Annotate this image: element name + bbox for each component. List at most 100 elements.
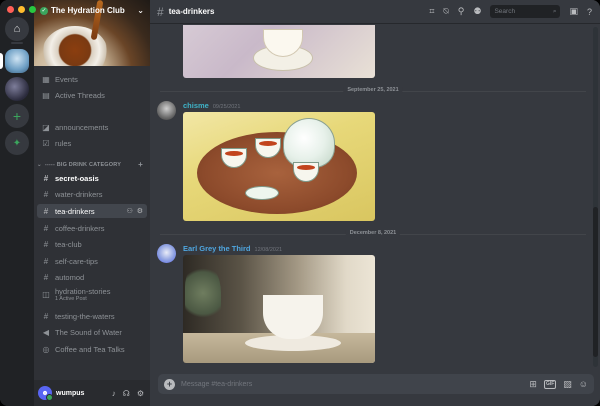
hash-icon: # xyxy=(43,223,49,233)
user-controls: ♪ ☊ ⚙ xyxy=(112,389,144,398)
image-teacup xyxy=(263,295,323,339)
threads-icon[interactable]: ⌗ xyxy=(429,6,434,17)
banner-teacup xyxy=(42,26,108,66)
message-composer[interactable]: + Message #tea-drinkers ⊞ GIF ▧ ☺ xyxy=(158,374,594,394)
channel-label: automod xyxy=(55,272,85,282)
message-author[interactable]: Earl Grey the Third xyxy=(183,244,251,253)
message-author[interactable]: chisme xyxy=(183,101,209,110)
channel-tools: ⚇ ⚙ xyxy=(126,207,143,215)
forum-label-block: hydration-stories 1 Active Post xyxy=(55,287,110,302)
inbox-icon[interactable]: ▣ xyxy=(569,6,578,17)
channel-label: Coffee and Tea Talks xyxy=(55,344,125,354)
channel-water-drinkers[interactable]: # water-drinkers xyxy=(37,187,147,201)
channel-announcements[interactable]: ◪ announcements xyxy=(37,120,147,134)
sidebar-item-label: Active Threads xyxy=(55,90,105,100)
sidebar-item-active-threads[interactable]: ▤ Active Threads xyxy=(37,88,147,102)
hash-icon: # xyxy=(43,206,49,216)
chevron-down-icon: ⌄ xyxy=(37,161,42,168)
members-icon[interactable]: ⚉ xyxy=(473,6,481,17)
discord-home-icon[interactable]: ⌂ xyxy=(5,17,29,41)
attachment-image[interactable] xyxy=(183,25,375,78)
date-divider: December 8, 2021 xyxy=(160,230,586,236)
date-divider: September 25, 2021 xyxy=(160,87,586,93)
avatar[interactable] xyxy=(157,244,176,263)
microphone-icon[interactable]: ♪ xyxy=(112,389,116,398)
date-divider-label: September 25, 2021 xyxy=(343,87,403,93)
add-server-icon[interactable]: + xyxy=(5,104,29,128)
sticker-icon[interactable]: ▧ xyxy=(563,379,572,390)
channel-self-care-tips[interactable]: # self-care-tips xyxy=(37,254,147,268)
gear-icon[interactable]: ⚙ xyxy=(137,207,143,215)
message-timestamp: 09/25/2021 xyxy=(212,104,241,110)
channel-rules[interactable]: ☑ rules xyxy=(37,136,147,150)
speaker-icon: ◀ xyxy=(42,327,50,337)
search-placeholder: Search xyxy=(494,8,516,15)
gear-icon[interactable]: ⚙ xyxy=(137,389,144,398)
server-icon-hydration[interactable] xyxy=(5,49,29,73)
channel-secret-oasis[interactable]: # secret-oasis xyxy=(37,171,147,185)
scrollbar-thumb[interactable] xyxy=(593,207,598,357)
date-divider-label: December 8, 2021 xyxy=(345,230,401,236)
avatar[interactable] xyxy=(157,101,176,120)
channel-title: tea-drinkers xyxy=(168,7,215,16)
minimize-window-button[interactable] xyxy=(18,6,25,13)
sidebar-item-events[interactable]: ▦ Events xyxy=(37,72,147,86)
megaphone-icon: ◪ xyxy=(42,122,50,132)
explore-compass-icon[interactable]: ✦ xyxy=(5,131,29,155)
search-icon: ⌕ xyxy=(552,7,557,15)
search-input[interactable]: Search ⌕ xyxy=(490,5,561,18)
hash-icon: # xyxy=(43,256,49,266)
user-panel: ☻ wumpus ♪ ☊ ⚙ xyxy=(34,380,150,406)
message-list: September 25, 2021 chisme 09/25/2021 Dec… xyxy=(150,25,600,370)
channel-tea-drinkers[interactable]: # tea-drinkers ⚇ ⚙ xyxy=(37,204,147,218)
channel-coffee-drinkers[interactable]: # coffee-drinkers xyxy=(37,221,147,235)
channel-hydration-stories[interactable]: ◫ hydration-stories 1 Active Post xyxy=(37,285,147,305)
chat-area: # tea-drinkers ⌗ ⍉ ⚲ ⚉ Search ⌕ ▣ ? Sept… xyxy=(150,0,600,406)
image-plant xyxy=(185,263,221,323)
server-icon-other[interactable] xyxy=(5,77,29,101)
channel-label: hydration-stories xyxy=(55,287,111,296)
channel-sidebar: ✓ The Hydration Club ⌄ ▦ Events ▤ Active… xyxy=(34,0,150,406)
message-header: Earl Grey the Third 12/08/2021 xyxy=(183,244,282,253)
add-attachment-icon[interactable]: + xyxy=(164,378,175,390)
channel-label: testing-the-waters xyxy=(55,311,115,321)
add-channel-icon[interactable]: + xyxy=(138,160,143,169)
channel-label: tea-drinkers xyxy=(55,206,95,216)
channel-label: announcements xyxy=(55,122,109,132)
help-icon[interactable]: ? xyxy=(587,7,592,17)
attachment-image[interactable] xyxy=(183,255,375,363)
chevron-down-icon: ⌄ xyxy=(137,6,144,15)
selected-server-pill xyxy=(0,53,3,69)
invite-icon[interactable]: ⚇ xyxy=(126,207,132,215)
server-header[interactable]: ✓ The Hydration Club ⌄ xyxy=(40,6,144,15)
channel-testing-the-waters[interactable]: # testing-the-waters xyxy=(37,309,147,323)
channel-label: tea-club xyxy=(55,239,82,249)
headphones-icon[interactable]: ☊ xyxy=(123,389,130,398)
close-window-button[interactable] xyxy=(7,6,14,13)
gif-button[interactable]: GIF xyxy=(543,379,557,389)
pin-icon[interactable]: ⚲ xyxy=(458,6,465,17)
hash-icon: # xyxy=(43,239,49,249)
hash-icon: # xyxy=(43,272,49,282)
username: wumpus xyxy=(56,389,85,397)
server-rail: ⌂ + ✦ xyxy=(0,0,34,406)
message-input[interactable]: Message #tea-drinkers xyxy=(181,381,252,388)
rules-icon: ☑ xyxy=(42,138,50,148)
calendar-icon: ▦ xyxy=(42,74,50,84)
hash-icon: # xyxy=(157,4,164,19)
mute-bell-icon[interactable]: ⍉ xyxy=(443,6,448,17)
channel-the-sound-of-water[interactable]: ◀ The Sound of Water xyxy=(37,325,147,339)
rail-divider xyxy=(11,42,23,44)
zoom-window-button[interactable] xyxy=(29,6,36,13)
category-header[interactable]: ⌄ ----- BIG DRINK CATEGORY + xyxy=(37,160,147,169)
hash-icon: # xyxy=(43,311,49,321)
channel-automod[interactable]: # automod xyxy=(37,270,147,284)
scrollbar[interactable] xyxy=(593,27,598,367)
attachment-image[interactable] xyxy=(183,112,375,221)
avatar[interactable]: ☻ xyxy=(38,386,53,401)
gift-icon[interactable]: ⊞ xyxy=(529,379,537,390)
image-plate xyxy=(245,186,279,200)
emoji-icon[interactable]: ☺ xyxy=(579,379,588,389)
channel-coffee-and-tea-talks[interactable]: ◎ Coffee and Tea Talks xyxy=(37,342,147,356)
channel-tea-club[interactable]: # tea-club xyxy=(37,237,147,251)
